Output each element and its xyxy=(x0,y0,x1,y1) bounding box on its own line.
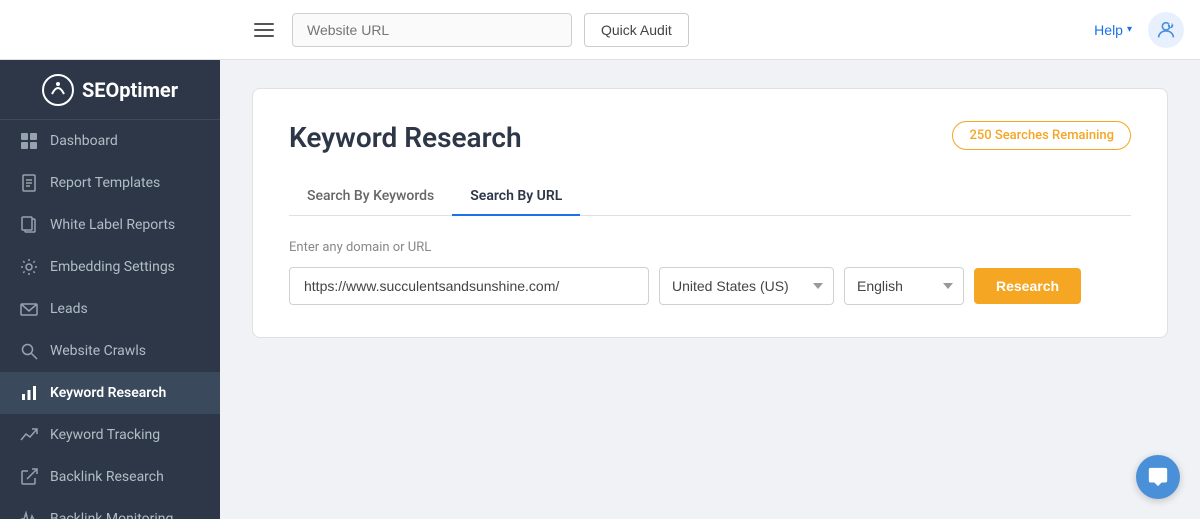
tab-search-by-url[interactable]: Search By URL xyxy=(452,178,580,216)
layout: SEOptimer Dashboard Report Templates Whi… xyxy=(0,60,1200,519)
help-chevron-icon: ▾ xyxy=(1127,24,1132,35)
sidebar-item-label: Leads xyxy=(50,301,88,317)
sidebar-item-white-label-reports[interactable]: White Label Reports xyxy=(0,204,220,246)
sidebar-item-keyword-tracking[interactable]: Keyword Tracking xyxy=(0,414,220,456)
sidebar-item-label: Backlink Monitoring xyxy=(50,511,173,519)
sidebar-item-label: Website Crawls xyxy=(50,343,146,359)
settings-icon xyxy=(20,258,38,276)
sidebar-item-label: Keyword Tracking xyxy=(50,427,160,443)
sidebar-item-label: White Label Reports xyxy=(50,217,175,233)
content-card: Keyword Research 250 Searches Remaining … xyxy=(252,88,1168,338)
sidebar-item-report-templates[interactable]: Report Templates xyxy=(0,162,220,204)
quick-audit-button[interactable]: Quick Audit xyxy=(584,13,689,47)
research-button[interactable]: Research xyxy=(974,268,1081,304)
tab-search-by-keywords[interactable]: Search By Keywords xyxy=(289,178,452,216)
search-icon xyxy=(20,342,38,360)
user-icon xyxy=(1155,19,1177,41)
main-content: Keyword Research 250 Searches Remaining … xyxy=(220,60,1200,519)
searches-remaining-badge: 250 Searches Remaining xyxy=(952,121,1131,150)
language-select[interactable]: English Spanish French German xyxy=(844,267,964,305)
tabs-container: Search By Keywords Search By URL xyxy=(289,178,1131,216)
seoptimer-logo-icon xyxy=(42,74,74,106)
sidebar: SEOptimer Dashboard Report Templates Whi… xyxy=(0,60,220,519)
sidebar-item-label: Backlink Research xyxy=(50,469,164,485)
trending-up-icon xyxy=(20,426,38,444)
sidebar-item-label: Embedding Settings xyxy=(50,259,175,275)
sidebar-item-label: Report Templates xyxy=(50,175,160,191)
hamburger-button[interactable] xyxy=(248,17,280,43)
external-link-icon xyxy=(20,468,38,486)
sidebar-item-backlink-research[interactable]: Backlink Research xyxy=(0,456,220,498)
activity-icon xyxy=(20,510,38,519)
bar-chart-icon xyxy=(20,384,38,402)
website-url-input[interactable] xyxy=(292,13,572,47)
sidebar-item-label: Dashboard xyxy=(50,133,118,149)
chat-icon xyxy=(1147,466,1169,488)
topbar-right: Help ▾ xyxy=(1094,12,1184,48)
sidebar-item-dashboard[interactable]: Dashboard xyxy=(0,120,220,162)
search-row: United States (US) United Kingdom (UK) C… xyxy=(289,267,1131,305)
domain-input[interactable] xyxy=(289,267,649,305)
sidebar-item-backlink-monitoring[interactable]: Backlink Monitoring xyxy=(0,498,220,519)
sidebar-item-keyword-research[interactable]: Keyword Research xyxy=(0,372,220,414)
topbar: Quick Audit Help ▾ xyxy=(0,0,1200,60)
sidebar-logo-area: SEOptimer xyxy=(0,60,220,120)
user-avatar[interactable] xyxy=(1148,12,1184,48)
help-button[interactable]: Help ▾ xyxy=(1094,22,1132,38)
sidebar-item-website-crawls[interactable]: Website Crawls xyxy=(0,330,220,372)
chat-bubble-button[interactable] xyxy=(1136,455,1180,499)
sidebar-item-embedding-settings[interactable]: Embedding Settings xyxy=(0,246,220,288)
search-area-label: Enter any domain or URL xyxy=(289,240,1131,255)
mail-icon xyxy=(20,300,38,318)
sidebar-logo: SEOptimer xyxy=(42,74,178,106)
page-header: Keyword Research 250 Searches Remaining xyxy=(289,121,1131,154)
page-title: Keyword Research xyxy=(289,121,522,154)
grid-icon xyxy=(20,132,38,150)
country-select[interactable]: United States (US) United Kingdom (UK) C… xyxy=(659,267,834,305)
sidebar-item-label: Keyword Research xyxy=(50,385,166,401)
sidebar-item-leads[interactable]: Leads xyxy=(0,288,220,330)
copy-icon xyxy=(20,216,38,234)
file-text-icon xyxy=(20,174,38,192)
